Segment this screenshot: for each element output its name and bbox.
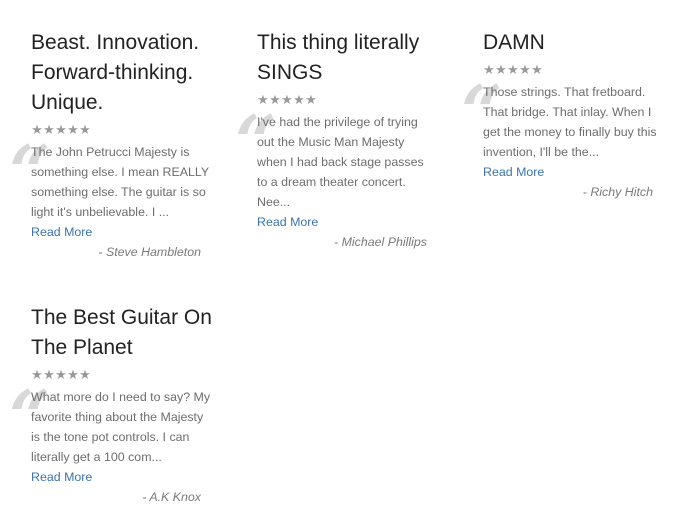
star-icon: ★ bbox=[79, 122, 91, 137]
star-rating: ★ ★ ★ ★ ★ bbox=[31, 367, 221, 383]
star-icon: ★ bbox=[67, 122, 79, 137]
review-excerpt: Those strings. That fretboard. That brid… bbox=[483, 85, 657, 159]
star-icon: ★ bbox=[483, 62, 495, 77]
review-body: “ I've had the privilege of trying out t… bbox=[235, 106, 447, 252]
review-card: Beast. Innovation. Forward-thinking. Uni… bbox=[9, 28, 221, 262]
star-icon: ★ bbox=[495, 62, 507, 77]
review-excerpt: I've had the privilege of trying out the… bbox=[257, 115, 424, 209]
star-icon: ★ bbox=[43, 122, 55, 137]
review-author: - Richy Hitch bbox=[582, 185, 653, 199]
review-body: “ What more do I need to say? My favorit… bbox=[9, 381, 221, 507]
star-icon: ★ bbox=[531, 62, 543, 77]
star-icon: ★ bbox=[269, 92, 281, 107]
review-body: “ The John Petrucci Majesty is something… bbox=[9, 136, 221, 262]
review-title: This thing literally SINGS bbox=[257, 31, 420, 84]
review-title: Beast. Innovation. Forward-thinking. Uni… bbox=[31, 31, 200, 114]
read-more-link[interactable]: Read More bbox=[483, 162, 673, 182]
star-icon: ★ bbox=[31, 367, 43, 382]
review-author: - Michael Phillips bbox=[334, 235, 427, 249]
read-more-link[interactable]: Read More bbox=[31, 467, 221, 487]
review-body: “ Those strings. That fretboard. That br… bbox=[461, 76, 673, 202]
star-icon: ★ bbox=[519, 62, 531, 77]
read-more-link[interactable]: Read More bbox=[31, 222, 221, 242]
star-icon: ★ bbox=[281, 92, 293, 107]
review-author: - A.K Knox bbox=[142, 490, 201, 504]
star-icon: ★ bbox=[79, 367, 91, 382]
star-icon: ★ bbox=[305, 92, 317, 107]
read-more-link[interactable]: Read More bbox=[257, 212, 447, 232]
star-rating: ★ ★ ★ ★ ★ bbox=[483, 62, 673, 78]
review-excerpt: What more do I need to say? My favorite … bbox=[31, 390, 211, 464]
review-card: DAMN ★ ★ ★ ★ ★ “ Those strings. That fre… bbox=[461, 28, 673, 202]
review-title: The Best Guitar On The Planet bbox=[31, 306, 212, 359]
review-card: The Best Guitar On The Planet ★ ★ ★ ★ ★ … bbox=[9, 303, 221, 507]
review-card: This thing literally SINGS ★ ★ ★ ★ ★ “ I… bbox=[235, 28, 447, 252]
star-rating: ★ ★ ★ ★ ★ bbox=[257, 92, 447, 108]
star-icon: ★ bbox=[257, 92, 269, 107]
star-icon: ★ bbox=[293, 92, 305, 107]
star-icon: ★ bbox=[55, 122, 67, 137]
star-icon: ★ bbox=[507, 62, 519, 77]
star-icon: ★ bbox=[67, 367, 79, 382]
star-icon: ★ bbox=[55, 367, 67, 382]
star-rating: ★ ★ ★ ★ ★ bbox=[31, 122, 221, 138]
star-icon: ★ bbox=[43, 367, 55, 382]
review-author: - Steve Hambleton bbox=[98, 245, 201, 259]
review-title: DAMN bbox=[483, 31, 545, 54]
star-icon: ★ bbox=[31, 122, 43, 137]
review-excerpt: The John Petrucci Majesty is something e… bbox=[31, 145, 209, 219]
